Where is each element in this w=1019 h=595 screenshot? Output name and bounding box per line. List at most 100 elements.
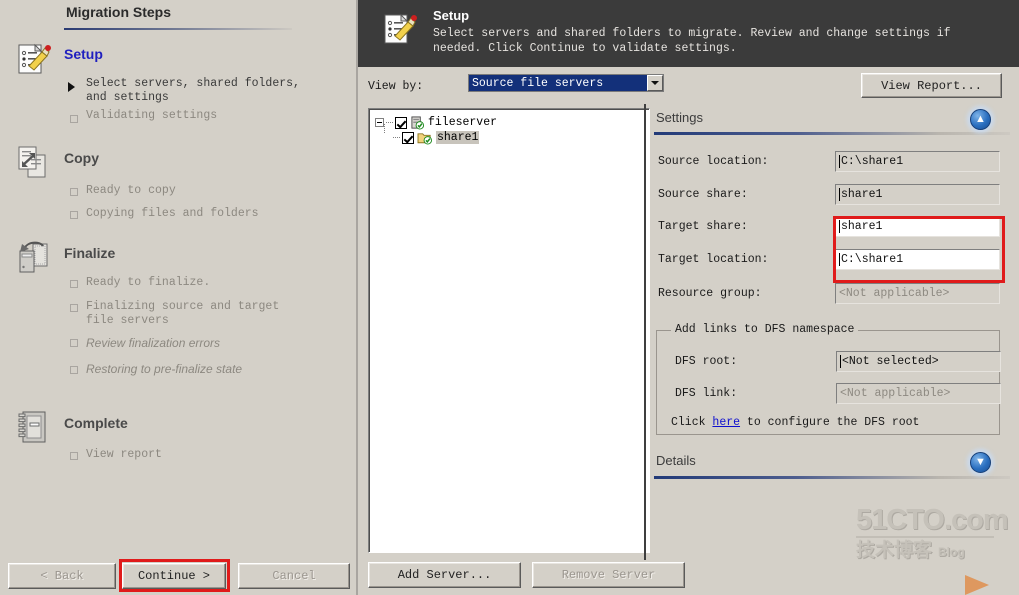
dfs-namespace-group: Add links to DFS namespace DFS root: <No… [656,323,1001,435]
tree-node-fileserver[interactable]: fileserver [375,115,497,130]
checklist-pencil-icon [384,13,417,44]
banner-title: Setup [433,8,470,23]
expand-glyph: ▼ [975,456,986,468]
chevron-down-icon[interactable] [647,75,663,91]
field-value: share1 [841,188,883,201]
substep-ready-to-finalize: Ready to finalize. [86,276,211,289]
text-caret [839,253,840,266]
substep-select-servers[interactable]: Select servers, shared folders, and sett… [86,77,308,105]
collapse-glyph: ▲ [975,113,986,125]
step-heading-finalize[interactable]: Finalize [64,245,115,261]
substep-marker [70,211,78,219]
tree-node-label: fileserver [428,116,498,129]
checkbox-fileserver[interactable] [395,116,407,129]
view-report-button[interactable]: View Report... [861,73,1002,98]
tree-node-label: share1 [436,131,480,144]
hint-before: Click [671,416,713,429]
substep-marker [70,115,78,123]
source-location-field: C:\share1 [835,151,1000,172]
watermark: 51CTO.com 技术博客 Blog [856,504,1009,567]
field-value: <Not applicable> [840,387,951,400]
collapse-expander-icon[interactable] [375,118,384,127]
settings-row-target-share: Target share: share1 [650,216,1010,238]
view-by-dropdown[interactable]: Source file servers [468,74,664,92]
settings-section-title: Settings [656,110,703,125]
notebook-icon [18,411,46,443]
checkbox-share1[interactable] [402,131,414,144]
field-label: Resource group: [658,287,762,300]
substep-marker [70,304,78,312]
tree-connector [393,136,400,139]
share-folder-check-icon [417,132,432,145]
banner-description: Select servers and shared folders to mig… [433,27,951,55]
tree-connector [384,124,386,133]
substep-marker [70,366,78,374]
settings-row-source-location: Source location: C:\share1 [650,151,1010,173]
field-label: Target location: [658,253,769,266]
page-title: Migration Steps [66,4,172,20]
setup-banner: Setup Select servers and shared folders … [358,0,1019,67]
watermark-line1: 51CTO.com [856,504,1009,536]
substep-finalizing-servers: Finalizing source and target file server… [86,300,280,327]
dfs-group-caption: Add links to DFS namespace [671,323,859,336]
substep-marker [70,280,78,288]
remove-server-button[interactable]: Remove Server [532,562,685,588]
setup-main-panel: Setup Select servers and shared folders … [358,0,1019,595]
configure-dfs-root-link[interactable]: here [712,416,740,429]
finalize-servers-icon [19,241,48,273]
back-button[interactable]: < Back [8,563,116,589]
tree-node-share1[interactable]: share1 [393,130,480,145]
step-heading-setup[interactable]: Setup [64,46,103,62]
details-section-title: Details [656,453,696,468]
server-tree-panel[interactable]: fileserver share1 [368,108,650,553]
text-caret [839,188,840,201]
field-value: C:\share1 [841,253,904,266]
cancel-button[interactable]: Cancel [238,563,350,589]
text-caret [839,220,840,233]
continue-button[interactable]: Continue > [122,563,226,589]
field-label: DFS root: [675,355,738,368]
field-label: DFS link: [675,387,738,400]
substep-copying-files: Copying files and folders [86,207,259,220]
substep-marker [70,452,78,460]
substep-marker [70,188,78,196]
substep-view-report: View report [86,448,162,461]
watermark-line2: 技术博客 [856,540,933,561]
substep-review-errors: Review finalization errors [86,336,221,350]
current-step-marker [68,82,75,92]
cursor-arrow-icon [965,575,989,595]
substep-restoring-state: Restoring to pre-finalize state [86,362,243,376]
dfs-root-field[interactable]: <Not selected> [836,351,1001,372]
tree-connector [386,121,393,124]
chevron-up-circle-icon[interactable]: ▲ [970,109,991,130]
field-value: <Not selected> [842,355,939,368]
target-share-input[interactable]: share1 [835,216,1000,237]
title-divider [64,28,292,30]
field-label: Source location: [658,155,769,168]
details-section-divider [654,476,1010,479]
dfs-configure-hint: Click here to configure the DFS root [671,416,919,429]
step-heading-copy[interactable]: Copy [64,150,99,166]
add-server-button[interactable]: Add Server... [368,562,521,588]
target-location-input[interactable]: C:\share1 [835,249,1000,270]
substep-validating-settings: Validating settings [86,109,218,122]
field-value: <Not applicable> [839,287,950,300]
migration-wizard-window: Migration Steps Setup Select servers, sh… [0,0,1019,595]
view-by-label: View by: [368,80,424,93]
view-by-selected-value: Source file servers [472,76,604,90]
field-value: C:\share1 [841,155,904,168]
step-heading-complete[interactable]: Complete [64,415,128,431]
field-value: share1 [841,220,883,233]
hint-after: to configure the DFS root [740,416,920,429]
substep-ready-to-copy: Ready to copy [86,184,176,197]
watermark-rule [856,536,994,538]
wizard-navigation-bar: < Back Continue > Cancel [0,555,358,595]
settings-row-source-share: Source share: share1 [650,184,1010,206]
copy-documents-icon [18,146,46,178]
field-label: Source share: [658,188,748,201]
panel-divider [644,104,646,560]
substep-marker [70,339,78,347]
chevron-down-circle-icon[interactable]: ▼ [970,452,991,473]
migration-steps-sidebar: Migration Steps Setup Select servers, sh… [0,0,358,595]
dfs-row-root: DFS root: <Not selected> [675,351,1001,373]
